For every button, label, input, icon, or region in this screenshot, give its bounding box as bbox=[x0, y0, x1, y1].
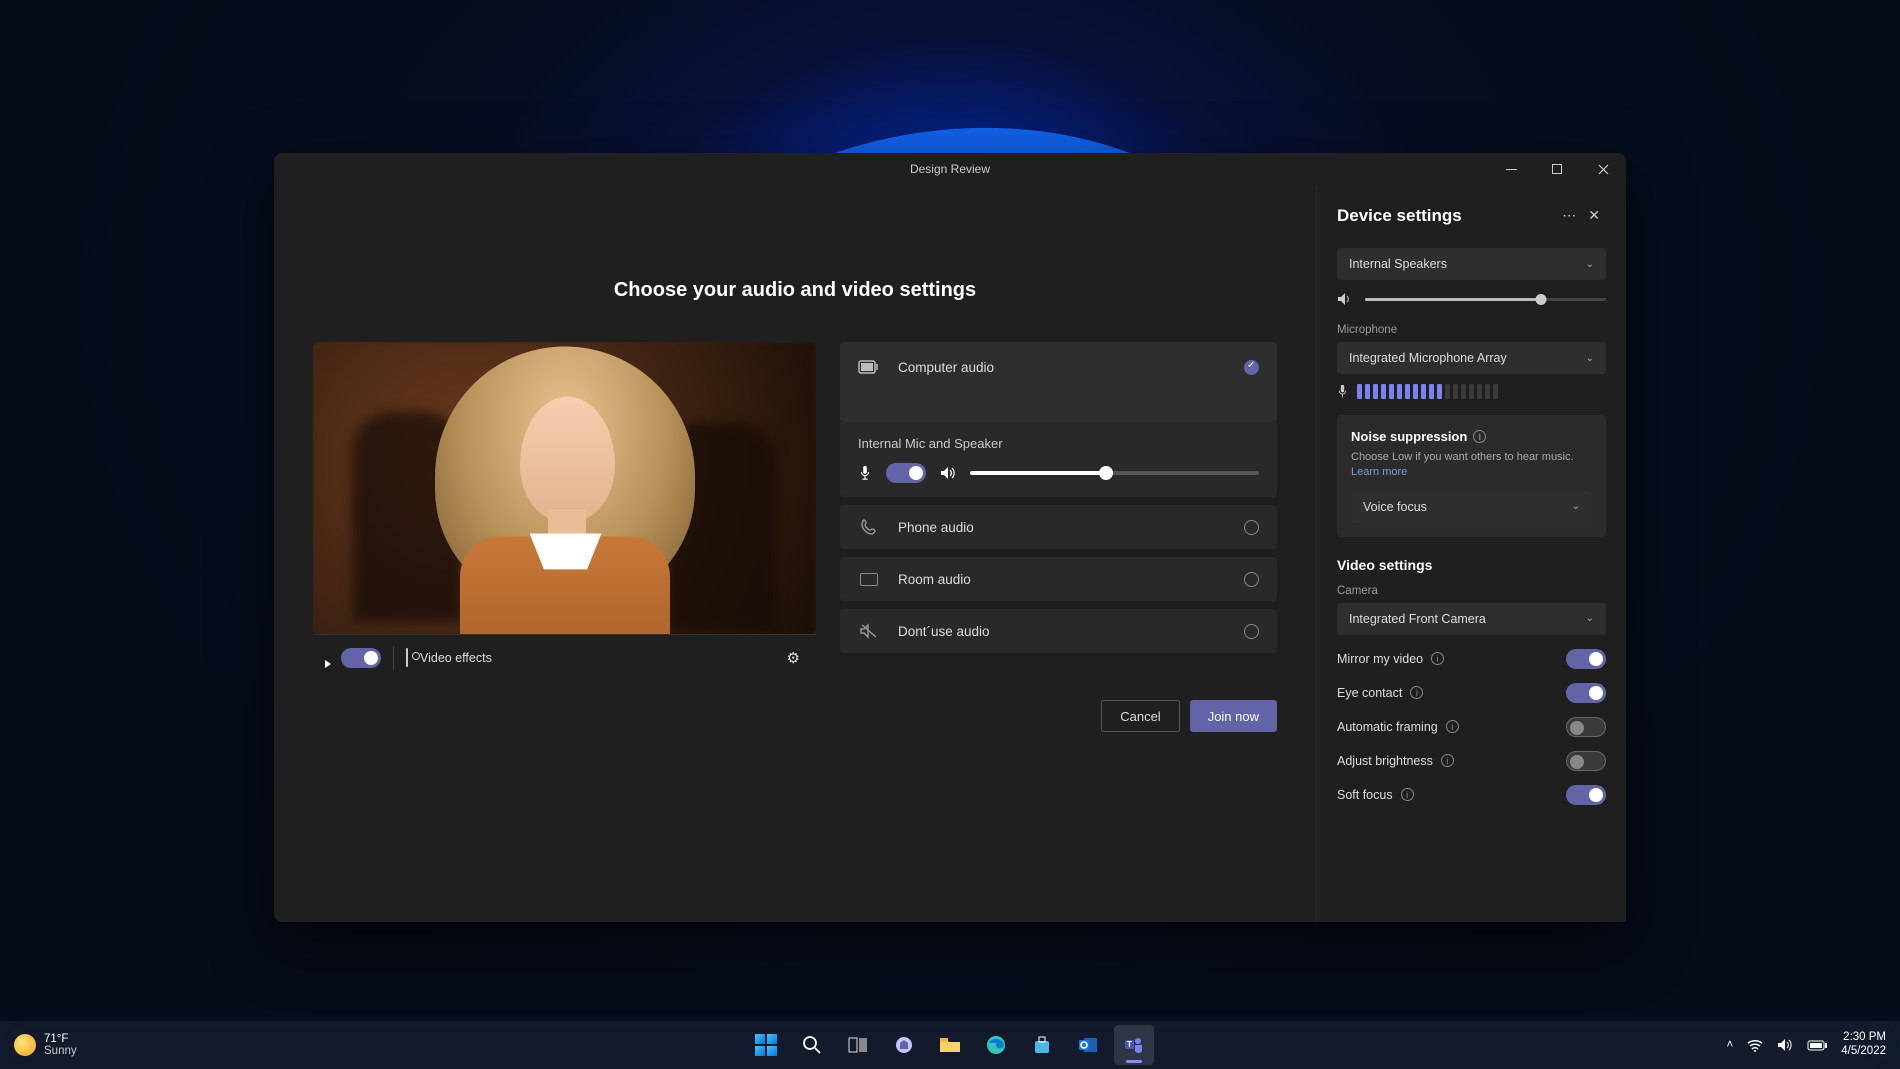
computer-audio-icon bbox=[858, 358, 880, 376]
mic-level-meter bbox=[1337, 384, 1606, 399]
radio-icon bbox=[1244, 572, 1259, 587]
gear-icon[interactable]: ⚙ bbox=[787, 649, 800, 667]
video-effects-icon bbox=[406, 649, 408, 667]
mic-icon bbox=[858, 465, 872, 481]
battery-icon[interactable] bbox=[1807, 1040, 1827, 1051]
audio-option-label: Phone audio bbox=[898, 520, 974, 535]
section-camera-label: Camera bbox=[1337, 585, 1606, 597]
framing-toggle[interactable] bbox=[1566, 717, 1606, 737]
info-icon[interactable]: i bbox=[1441, 754, 1454, 767]
brightness-label: Adjust brightness bbox=[1337, 754, 1433, 768]
eye-contact-label: Eye contact bbox=[1337, 686, 1402, 700]
outlook-button[interactable] bbox=[1068, 1025, 1108, 1065]
mic-toggle[interactable] bbox=[886, 463, 926, 483]
video-effects-button[interactable]: Video effects bbox=[420, 651, 492, 665]
audio-option-none[interactable]: Dont´use audio bbox=[840, 609, 1277, 653]
brightness-toggle[interactable] bbox=[1566, 751, 1606, 771]
mic-icon bbox=[1337, 384, 1348, 399]
toolbar-divider bbox=[393, 646, 394, 670]
learn-more-link[interactable]: Learn more bbox=[1351, 466, 1407, 478]
camera-dropdown[interactable]: Integrated Front Camera⌄ bbox=[1337, 603, 1606, 635]
info-icon[interactable]: i bbox=[1473, 430, 1486, 443]
minimize-button[interactable] bbox=[1488, 153, 1534, 185]
computer-audio-detail: Internal Mic and Speaker bbox=[840, 422, 1277, 497]
softfocus-toggle[interactable] bbox=[1566, 785, 1606, 805]
titlebar: Design Review bbox=[274, 153, 1626, 185]
chat-button[interactable] bbox=[884, 1025, 924, 1065]
section-microphone-label: Microphone bbox=[1337, 324, 1606, 336]
panel-title: Device settings bbox=[1337, 206, 1556, 226]
video-toolbar: Video effects ⚙ bbox=[313, 634, 816, 680]
radio-selected-icon bbox=[1244, 360, 1259, 375]
weather-temp: 71°F bbox=[44, 1033, 77, 1045]
prejoin-window: Design Review Choose your audio and vide… bbox=[274, 153, 1626, 922]
camera-toggle[interactable] bbox=[341, 648, 381, 668]
mirror-toggle[interactable] bbox=[1566, 649, 1606, 669]
page-title: Choose your audio and video settings bbox=[614, 279, 976, 302]
maximize-button[interactable] bbox=[1534, 153, 1580, 185]
device-settings-panel: Device settings ⋯ ✕ Internal Speakers⌄ M… bbox=[1316, 185, 1626, 922]
edge-button[interactable] bbox=[976, 1025, 1016, 1065]
volume-icon[interactable] bbox=[1777, 1038, 1793, 1052]
sun-icon bbox=[14, 1034, 36, 1056]
room-icon bbox=[858, 573, 880, 586]
taskview-button[interactable] bbox=[838, 1025, 878, 1065]
store-button[interactable] bbox=[1022, 1025, 1062, 1065]
search-button[interactable] bbox=[792, 1025, 832, 1065]
audio-option-room[interactable]: Room audio bbox=[840, 557, 1277, 601]
info-icon[interactable]: i bbox=[1401, 788, 1414, 801]
noise-suppression-card: Noise suppression i Choose Low if you wa… bbox=[1337, 415, 1606, 537]
camera-preview bbox=[313, 342, 816, 634]
audio-option-computer[interactable]: Computer audio bbox=[840, 342, 1277, 422]
svg-text:T: T bbox=[1127, 1040, 1132, 1049]
framing-label: Automatic framing bbox=[1337, 720, 1438, 734]
tray-chevron-icon[interactable]: ˄ bbox=[1727, 1039, 1734, 1051]
speaker-volume-slider[interactable] bbox=[970, 471, 1259, 475]
weather-widget[interactable]: 71°F Sunny bbox=[14, 1033, 77, 1057]
output-volume-slider[interactable] bbox=[1365, 298, 1606, 301]
info-icon[interactable]: i bbox=[1410, 686, 1423, 699]
eye-contact-toggle[interactable] bbox=[1566, 683, 1606, 703]
weather-cond: Sunny bbox=[44, 1045, 77, 1057]
info-icon[interactable]: i bbox=[1431, 652, 1444, 665]
taskbar[interactable]: 71°F Sunny T ˄ 2:30 PM4/5/2022 bbox=[0, 1021, 1900, 1069]
noise-suppression-dropdown[interactable]: Voice focus⌄ bbox=[1351, 491, 1592, 523]
audio-option-label: Dont´use audio bbox=[898, 624, 990, 639]
start-button[interactable] bbox=[746, 1025, 786, 1065]
video-settings-title: Video settings bbox=[1337, 557, 1606, 573]
wifi-icon[interactable] bbox=[1747, 1039, 1763, 1052]
mirror-label: Mirror my video bbox=[1337, 652, 1423, 666]
audio-option-phone[interactable]: Phone audio bbox=[840, 505, 1277, 549]
clock[interactable]: 2:30 PM4/5/2022 bbox=[1841, 1031, 1886, 1059]
radio-icon bbox=[1244, 520, 1259, 535]
no-audio-icon bbox=[858, 623, 880, 639]
audio-option-label: Room audio bbox=[898, 572, 971, 587]
noise-title: Noise suppression bbox=[1351, 429, 1467, 444]
audio-device-summary: Internal Mic and Speaker bbox=[858, 436, 1003, 451]
main-pane: Choose your audio and video settings bbox=[274, 185, 1316, 922]
join-now-button[interactable]: Join now bbox=[1190, 700, 1277, 732]
close-button[interactable] bbox=[1580, 153, 1626, 185]
speaker-icon bbox=[940, 466, 956, 480]
noise-description: Choose Low if you want others to hear mu… bbox=[1351, 450, 1592, 481]
info-icon[interactable]: i bbox=[1446, 720, 1459, 733]
cancel-button[interactable]: Cancel bbox=[1101, 700, 1179, 732]
audio-option-label: Computer audio bbox=[898, 360, 994, 375]
microphone-dropdown[interactable]: Integrated Microphone Array⌄ bbox=[1337, 342, 1606, 374]
explorer-button[interactable] bbox=[930, 1025, 970, 1065]
window-title: Design Review bbox=[910, 162, 990, 176]
more-icon[interactable]: ⋯ bbox=[1556, 203, 1582, 228]
close-panel-icon[interactable]: ✕ bbox=[1582, 203, 1606, 228]
phone-icon bbox=[858, 518, 880, 536]
radio-icon bbox=[1244, 624, 1259, 639]
speaker-icon bbox=[1337, 292, 1353, 306]
teams-button[interactable]: T bbox=[1114, 1025, 1154, 1065]
speaker-dropdown[interactable]: Internal Speakers⌄ bbox=[1337, 248, 1606, 280]
softfocus-label: Soft focus bbox=[1337, 788, 1393, 802]
